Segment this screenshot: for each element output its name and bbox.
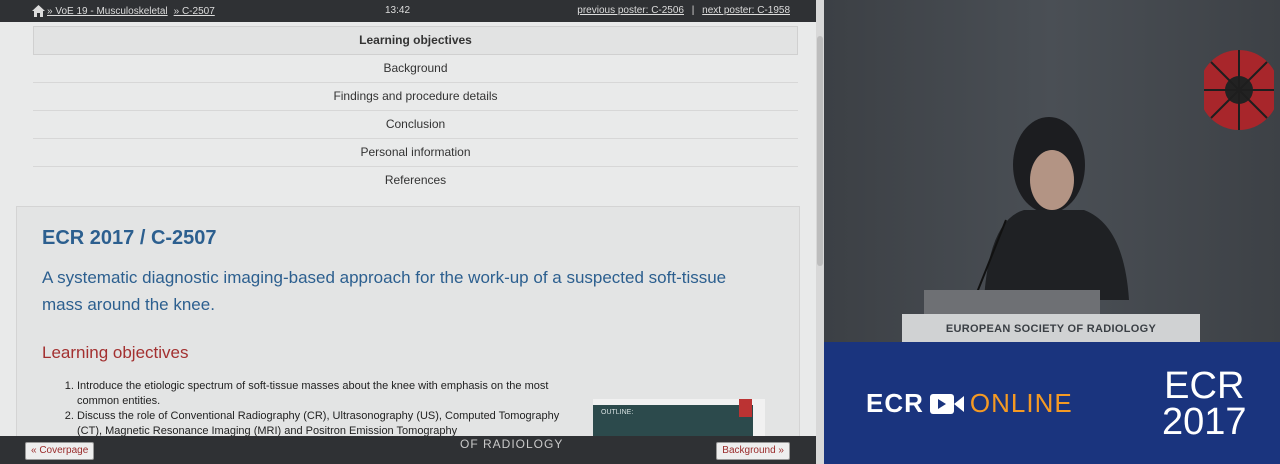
scrollbar[interactable] <box>816 0 824 464</box>
ecr-year-logo: ECR 2017 <box>1162 365 1247 443</box>
top-bar: » VoE 19 - Musculoskeletal » C-2507 13:4… <box>0 0 816 22</box>
home-icon[interactable] <box>32 5 45 17</box>
next-poster-link[interactable]: next poster: C-1958 <box>702 5 790 16</box>
ecr-online-logo: ECR ONLINE <box>866 388 1073 419</box>
coverpage-button[interactable]: « Coverpage <box>25 442 95 460</box>
section-menu: Learning objectives Background Findings … <box>33 26 798 194</box>
watermark: OF RADIOLOGY <box>460 437 564 451</box>
bottom-bar: « Coverpage Background » <box>0 436 816 464</box>
year-logo-ecr: ECR <box>1164 365 1245 407</box>
logo-online-text: ONLINE <box>969 388 1073 418</box>
menu-item-background[interactable]: Background <box>33 55 798 83</box>
poster-panel: » VoE 19 - Musculoskeletal » C-2507 13:4… <box>0 0 824 464</box>
video-panel: EUROPEAN SOCIETY OF RADIOLOGY ECR ONLINE… <box>824 0 1280 464</box>
video-camera-icon <box>929 393 964 414</box>
section-heading: Learning objectives <box>42 343 189 362</box>
logo-ecr-text: ECR <box>866 388 924 418</box>
poster-navigation: previous poster: C-2506 | next poster: C… <box>577 5 790 16</box>
breadcrumb: » VoE 19 - Musculoskeletal » C-2507 <box>32 5 215 17</box>
breadcrumb-session-link[interactable]: » VoE 19 - Musculoskeletal <box>47 6 168 17</box>
previous-poster-link[interactable]: previous poster: C-2506 <box>577 5 684 16</box>
nav-separator: | <box>691 5 695 16</box>
menu-item-references[interactable]: References <box>33 167 798 194</box>
scrollbar-thumb[interactable] <box>817 36 823 266</box>
objectives-list: Introduce the etiologic spectrum of soft… <box>59 379 567 439</box>
bookmark-icon <box>739 399 752 417</box>
background-button[interactable]: Background » <box>716 442 790 460</box>
speaker-figure <box>973 117 1129 300</box>
poster-card: ECR 2017 / C-2507 A systematic diagnosti… <box>16 206 800 448</box>
menu-item-conclusion[interactable]: Conclusion <box>33 111 798 139</box>
menu-item-learning-objectives[interactable]: Learning objectives <box>33 26 798 55</box>
clock-time: 13:42 <box>385 5 411 16</box>
breadcrumb-poster-link[interactable]: » C-2507 <box>174 6 215 17</box>
brand-banner: ECR ONLINE ECR 2017 <box>824 342 1280 464</box>
menu-item-personal-information[interactable]: Personal information <box>33 139 798 167</box>
menu-item-findings[interactable]: Findings and procedure details <box>33 83 798 111</box>
year-logo-number: 2017 <box>1162 401 1247 443</box>
list-item: Introduce the etiologic spectrum of soft… <box>77 379 567 409</box>
list-item: Discuss the role of Conventional Radiogr… <box>77 409 567 439</box>
poster-title: A systematic diagnostic imaging-based ap… <box>42 268 727 314</box>
podium-top <box>924 290 1100 314</box>
podium-sign: EUROPEAN SOCIETY OF RADIOLOGY <box>902 314 1200 342</box>
poster-code: ECR 2017 / C-2507 <box>42 227 217 249</box>
slide-thumbnail[interactable]: OUTLINE: <box>593 399 765 439</box>
slide-thumbnail-content: OUTLINE: <box>593 405 753 439</box>
flower-decoration <box>1204 50 1274 130</box>
